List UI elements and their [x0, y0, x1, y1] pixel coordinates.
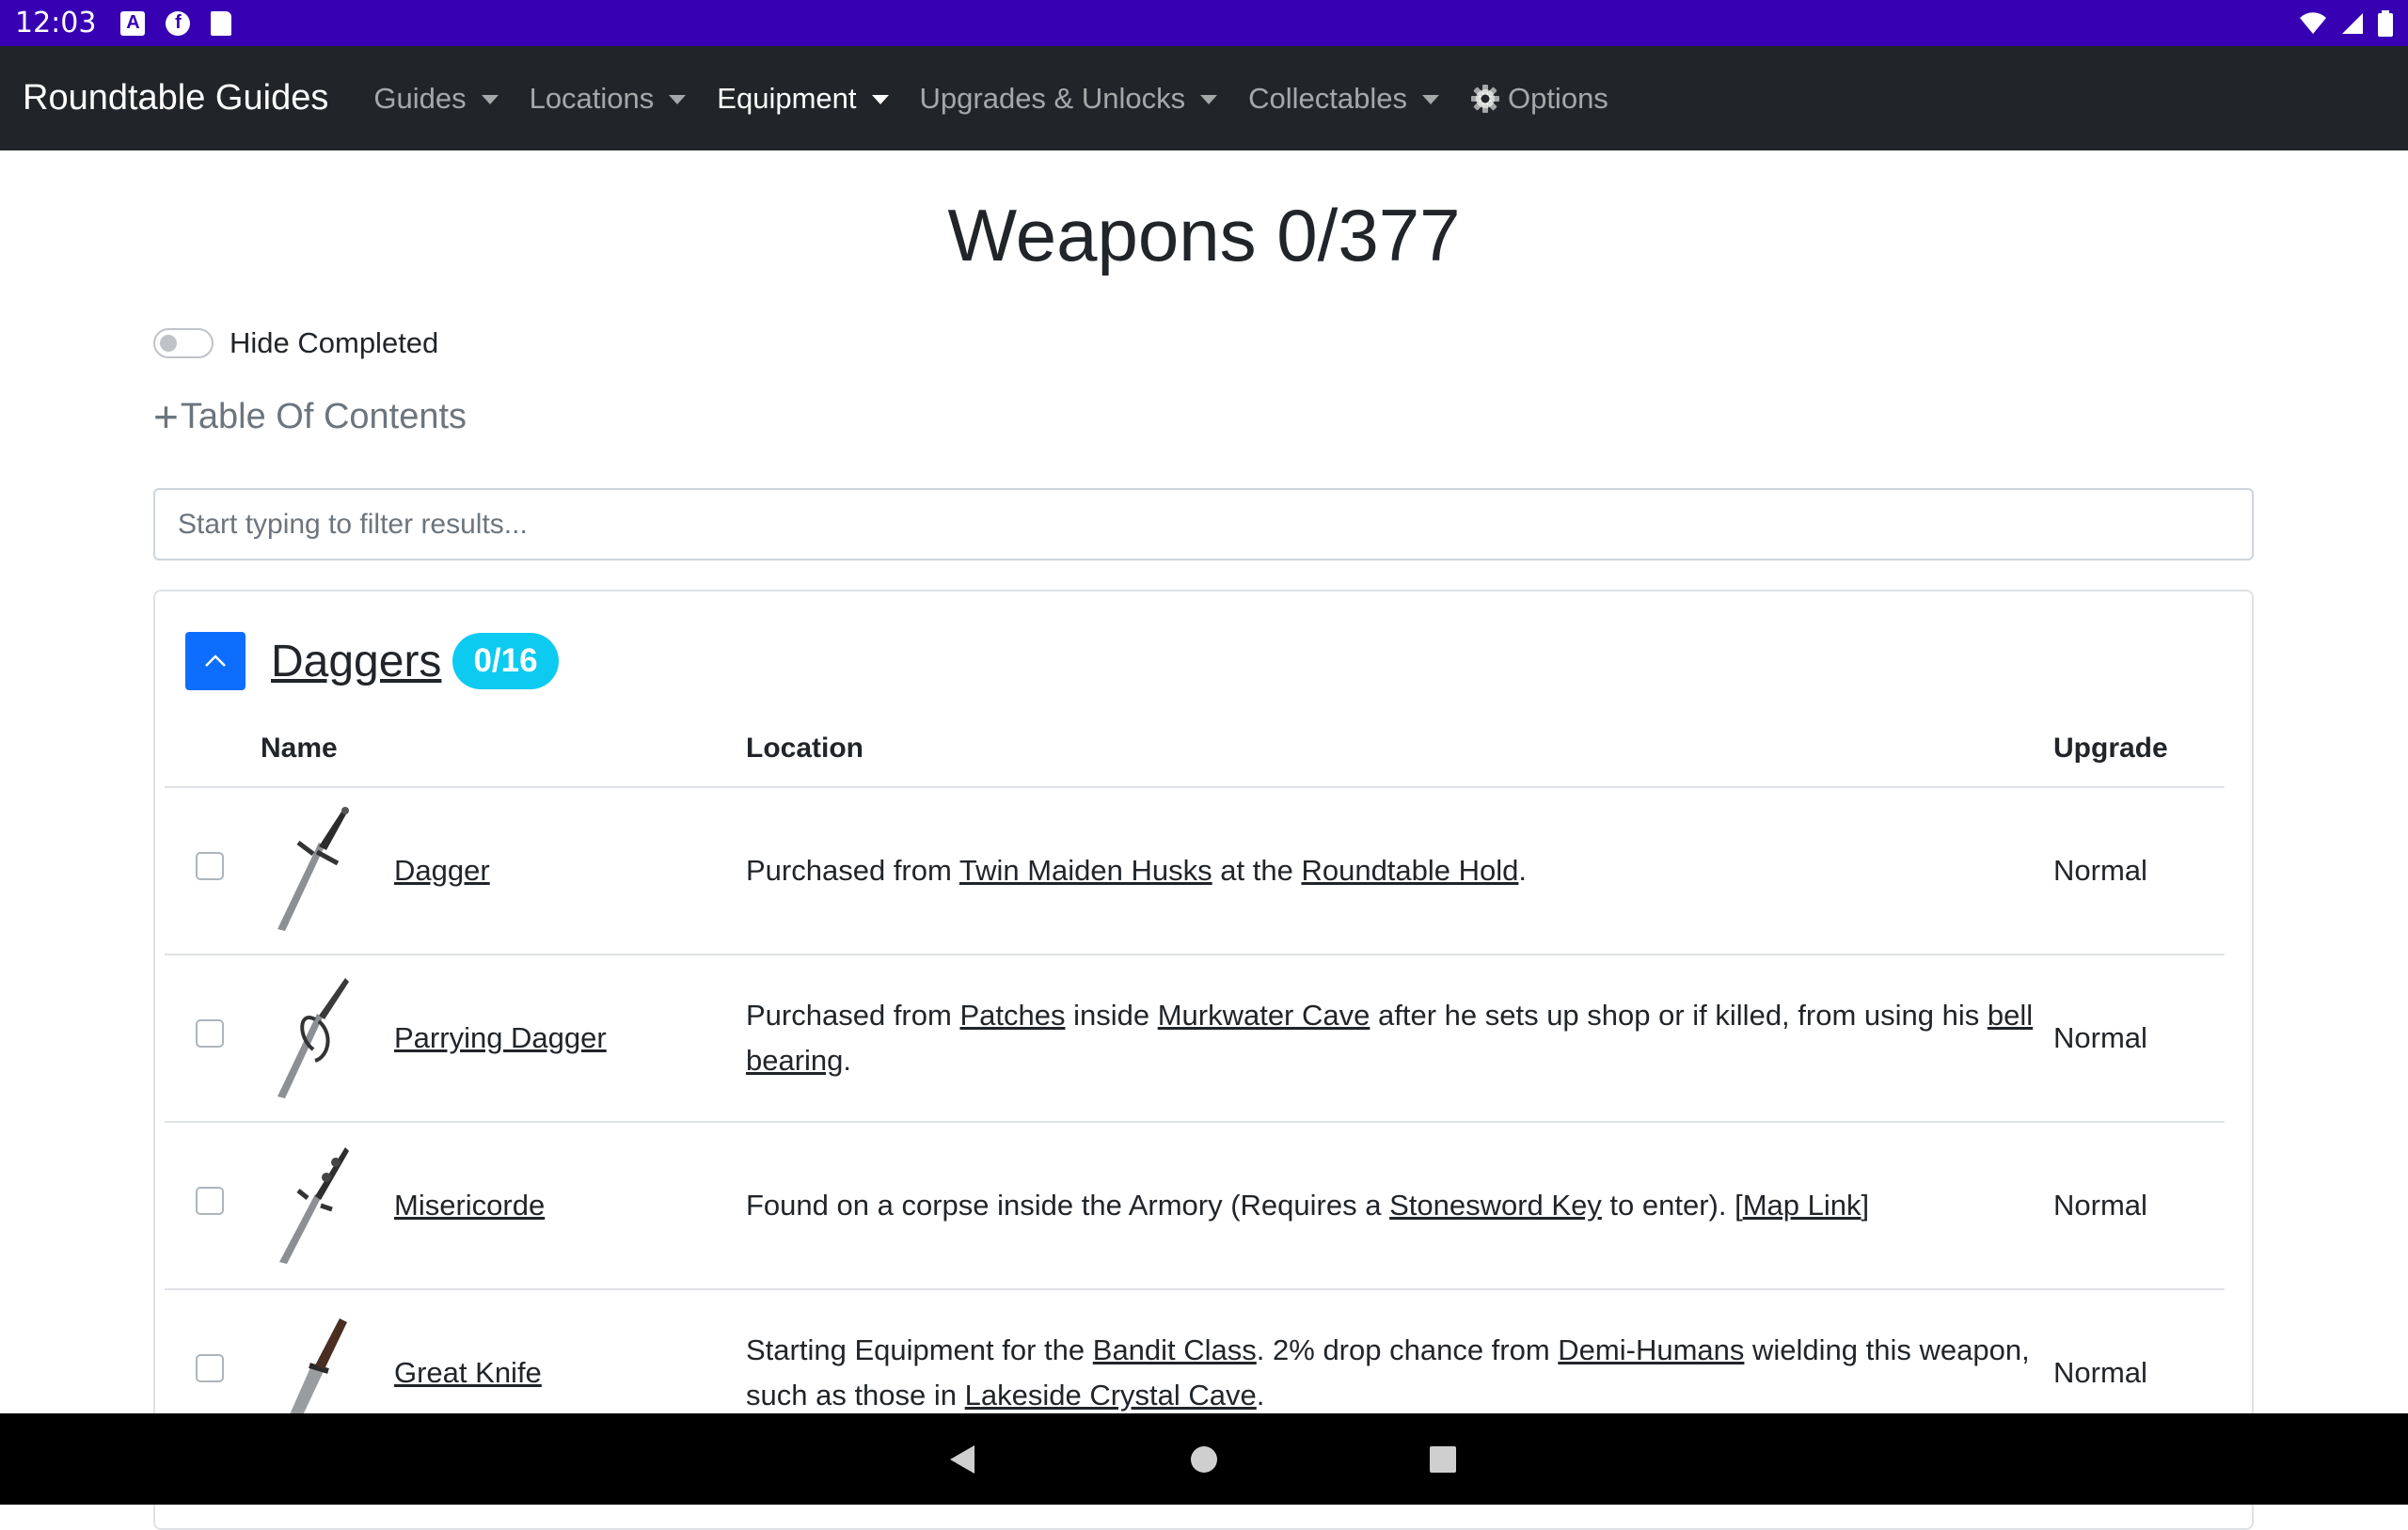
- header-checkbox-col: [165, 733, 261, 788]
- misericorde-thumbnail: [279, 1147, 349, 1264]
- caret-down-icon: [669, 94, 687, 104]
- progress-badge: 0/16: [452, 633, 559, 689]
- filter-input[interactable]: [153, 488, 2254, 560]
- table-of-contents-toggle[interactable]: + Table Of Contents: [153, 395, 467, 438]
- caret-down-icon: [1200, 94, 1218, 104]
- status-time: 12:03: [15, 7, 97, 39]
- plus-icon: +: [153, 392, 179, 441]
- gear-icon: [1470, 84, 1500, 114]
- hide-completed-switch[interactable]: [153, 328, 214, 358]
- weapon-name-link[interactable]: Great Knife: [394, 1356, 542, 1389]
- f-notification-icon: f: [166, 10, 191, 36]
- nav-label: Collectables: [1248, 81, 1407, 115]
- caret-down-icon: [1421, 94, 1439, 104]
- table-row: Dagger Purchased from Twin Maiden Husks …: [165, 787, 2225, 955]
- nav-guides-dropdown[interactable]: Guides: [373, 81, 499, 116]
- status-bar: 12:03 A f: [0, 0, 2408, 46]
- weapon-upgrade: Normal: [2053, 787, 2225, 955]
- nav-options-link[interactable]: Options: [1470, 82, 1608, 116]
- weapon-location: Found on a corpse inside the Armory (Req…: [746, 1122, 2053, 1290]
- location-link[interactable]: Lakeside Crystal Cave: [965, 1379, 1257, 1412]
- weapon-upgrade: Normal: [2053, 954, 2225, 1123]
- back-icon[interactable]: [948, 1443, 976, 1475]
- location-link[interactable]: Patches: [959, 999, 1065, 1032]
- section-title-link[interactable]: Daggers: [271, 636, 441, 687]
- weapon-name-link[interactable]: Misericorde: [394, 1189, 545, 1222]
- hide-completed-label[interactable]: Hide Completed: [230, 326, 438, 360]
- caret-down-icon: [481, 94, 499, 104]
- weapon-name-link[interactable]: Dagger: [394, 854, 490, 887]
- row-checkbox[interactable]: [196, 1187, 224, 1215]
- home-icon[interactable]: [1189, 1444, 1219, 1475]
- location-link[interactable]: Twin Maiden Husks: [959, 854, 1212, 887]
- nav-collectables-dropdown[interactable]: Collectables: [1248, 82, 1439, 116]
- a-notification-icon: A: [120, 10, 146, 36]
- android-nav-bar: [0, 1413, 2408, 1505]
- location-link[interactable]: Roundtable Hold: [1301, 854, 1518, 887]
- table-header-row: Name Location Upgrade: [165, 733, 2225, 788]
- chevron-up-icon: [205, 655, 226, 667]
- recents-icon[interactable]: [1428, 1444, 1458, 1475]
- parrying-dagger-thumbnail: [277, 978, 349, 1098]
- table-row: Misericorde Found on a corpse inside the…: [165, 1122, 2225, 1290]
- signal-icon: [2342, 12, 2363, 34]
- nav-equipment-dropdown[interactable]: Equipment: [717, 81, 889, 116]
- dagger-thumbnail: [277, 807, 349, 931]
- wifi-icon: [2300, 11, 2326, 34]
- table-row: Parrying Dagger Purchased from Patches i…: [165, 954, 2225, 1123]
- header-location: Location: [746, 733, 2053, 788]
- nav-label: Options: [1507, 81, 1608, 115]
- nav-locations-dropdown[interactable]: Locations: [530, 82, 687, 116]
- location-link[interactable]: Stonesword Key: [1389, 1189, 1602, 1222]
- collapse-section-button[interactable]: [185, 632, 246, 690]
- nav-label: Equipment: [717, 81, 857, 115]
- nav-label: Locations: [529, 81, 655, 115]
- location-link[interactable]: Murkwater Cave: [1158, 999, 1370, 1032]
- top-navbar: Roundtable Guides Guides Locations Equip…: [0, 46, 2408, 150]
- nav-label: Guides: [373, 81, 467, 115]
- page-title: Weapons 0/377: [947, 194, 1461, 276]
- location-link[interactable]: Bandit Class: [1093, 1333, 1257, 1366]
- location-link[interactable]: Demi-Humans: [1558, 1333, 1744, 1366]
- header-upgrade: Upgrade: [2053, 733, 2225, 788]
- hide-completed-toggle-row: Hide Completed: [153, 326, 438, 360]
- header-name: Name: [261, 733, 746, 788]
- weapon-location: Purchased from Patches inside Murkwater …: [746, 954, 2053, 1123]
- toc-label: Table Of Contents: [180, 396, 467, 436]
- section-header: Daggers 0/16: [185, 632, 559, 690]
- row-checkbox[interactable]: [196, 1354, 224, 1382]
- weapon-name-link[interactable]: Parrying Dagger: [394, 1021, 607, 1054]
- weapons-table: Name Location Upgrade Dagger Purchased f…: [165, 733, 2225, 1458]
- row-checkbox[interactable]: [196, 1019, 224, 1048]
- weapon-upgrade: Normal: [2053, 1122, 2225, 1290]
- battery-icon: [2378, 9, 2393, 37]
- nav-upgrades-dropdown[interactable]: Upgrades & Unlocks: [920, 82, 1218, 116]
- daggers-card: Daggers 0/16 Name Location Upgrade Dagge…: [153, 590, 2254, 1530]
- nav-label: Upgrades & Unlocks: [919, 81, 1186, 115]
- sd-card-icon: [211, 10, 232, 36]
- brand-link[interactable]: Roundtable Guides: [23, 78, 328, 118]
- map-link[interactable]: Map Link: [1743, 1189, 1861, 1222]
- weapon-location: Purchased from Twin Maiden Husks at the …: [746, 787, 2053, 955]
- row-checkbox[interactable]: [196, 852, 224, 880]
- caret-down-icon: [871, 94, 889, 104]
